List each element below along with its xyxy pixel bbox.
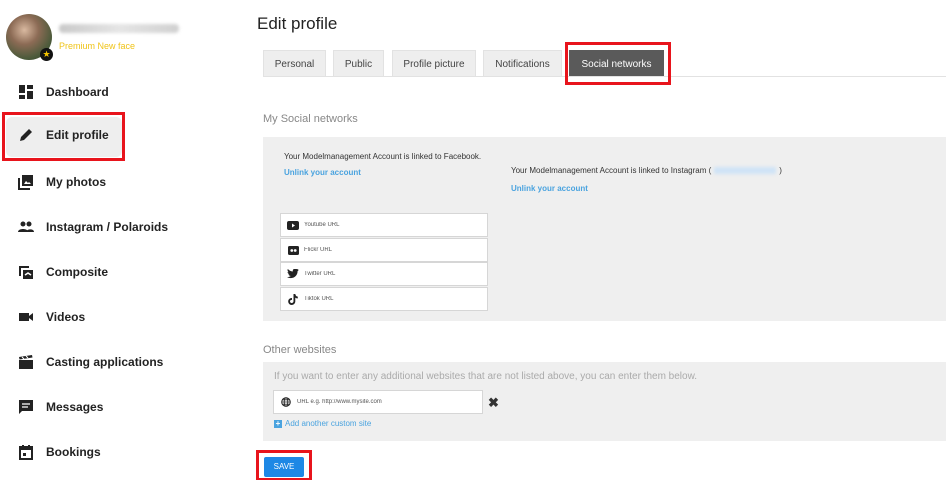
tiktok-url-input[interactable] xyxy=(304,296,474,302)
twitter-field[interactable] xyxy=(280,262,488,286)
instagram-handle-redacted xyxy=(714,167,777,175)
instagram-linked-text: Your Modelmanagement Account is linked t… xyxy=(511,166,782,175)
websites-section-title: Other websites xyxy=(263,344,337,356)
plus-icon: + xyxy=(274,418,282,428)
membership-status: Premium New face xyxy=(59,41,136,51)
message-icon xyxy=(19,400,33,414)
flickr-field[interactable] xyxy=(280,238,488,262)
sidebar-item-label: My photos xyxy=(46,175,106,189)
youtube-field[interactable] xyxy=(280,213,488,237)
twitter-url-input[interactable] xyxy=(304,271,474,277)
photos-icon xyxy=(18,175,33,190)
sidebar-item-label: Composite xyxy=(46,265,109,279)
add-custom-site-label: Add another custom site xyxy=(285,419,372,428)
sidebar-item-label: Casting applications xyxy=(46,355,164,369)
sidebar-item-messages[interactable]: Messages xyxy=(0,387,240,427)
sidebar-item-bookings[interactable]: Bookings xyxy=(0,432,240,472)
sidebar-item-instagram-polaroids[interactable]: Instagram / Polaroids xyxy=(0,207,240,247)
tab-divider xyxy=(263,76,946,77)
websites-hint: If you want to enter any additional webs… xyxy=(274,371,698,382)
clapperboard-icon xyxy=(19,355,33,369)
sidebar-item-edit-profile[interactable]: Edit profile xyxy=(0,115,240,157)
sidebar-item-casting-applications[interactable]: Casting applications xyxy=(0,342,240,382)
instagram-text-prefix: Your Modelmanagement Account is linked t… xyxy=(511,166,712,175)
dashboard-icon xyxy=(19,85,33,99)
tab-public[interactable]: Public xyxy=(333,50,384,76)
pencil-icon xyxy=(20,129,32,141)
sidebar-item-label: Bookings xyxy=(46,445,101,459)
youtube-url-input[interactable] xyxy=(304,222,474,228)
composite-icon xyxy=(19,266,33,279)
add-custom-site-link[interactable]: + Add another custom site xyxy=(274,419,371,428)
sidebar-item-label: Edit profile xyxy=(46,128,109,142)
tab-personal[interactable]: Personal xyxy=(263,50,326,76)
tab-notifications[interactable]: Notifications xyxy=(483,50,562,76)
sidebar-item-label: Messages xyxy=(46,400,104,414)
sidebar-item-label: Dashboard xyxy=(46,85,109,99)
video-camera-icon xyxy=(19,313,33,321)
facebook-unlink-link[interactable]: Unlink your account xyxy=(284,168,361,177)
custom-site-field[interactable] xyxy=(273,390,483,414)
user-profile[interactable]: ★ Premium New face xyxy=(6,14,236,64)
instagram-text-suffix: ) xyxy=(779,166,782,175)
sidebar-item-dashboard[interactable]: Dashboard xyxy=(0,72,240,112)
twitter-icon xyxy=(287,269,299,279)
profile-name-redacted xyxy=(59,24,179,33)
flickr-url-input[interactable] xyxy=(304,247,474,253)
social-networks-panel: Your Modelmanagement Account is linked t… xyxy=(263,137,946,321)
sidebar: ★ Premium New face Dashboard Edit profil… xyxy=(0,0,240,480)
sidebar-item-my-photos[interactable]: My photos xyxy=(0,162,240,202)
facebook-linked-text: Your Modelmanagement Account is linked t… xyxy=(284,152,482,161)
sidebar-item-videos[interactable]: Videos xyxy=(0,297,240,337)
tiktok-field[interactable] xyxy=(280,287,488,311)
people-icon xyxy=(18,221,34,232)
globe-icon xyxy=(280,397,292,407)
save-button[interactable]: SAVE xyxy=(264,457,304,477)
calendar-icon xyxy=(19,445,33,460)
sidebar-item-label: Videos xyxy=(46,310,86,324)
custom-site-url-input[interactable] xyxy=(297,399,467,405)
instagram-unlink-link[interactable]: Unlink your account xyxy=(511,184,588,193)
sidebar-item-label: Instagram / Polaroids xyxy=(46,220,169,234)
social-section-title: My Social networks xyxy=(263,113,358,125)
tab-social-networks[interactable]: Social networks xyxy=(569,50,664,76)
sidebar-item-composite[interactable]: Composite xyxy=(0,252,240,292)
remove-site-icon[interactable]: ✖ xyxy=(488,395,499,411)
websites-panel: If you want to enter any additional webs… xyxy=(263,362,946,441)
tab-profile-picture[interactable]: Profile picture xyxy=(392,50,476,76)
main-content: Edit profile Personal Public Profile pic… xyxy=(257,0,946,480)
star-icon: ★ xyxy=(40,48,53,61)
flickr-icon xyxy=(287,245,299,255)
youtube-icon xyxy=(287,220,299,230)
page-title: Edit profile xyxy=(257,14,338,33)
tiktok-icon xyxy=(287,293,299,305)
